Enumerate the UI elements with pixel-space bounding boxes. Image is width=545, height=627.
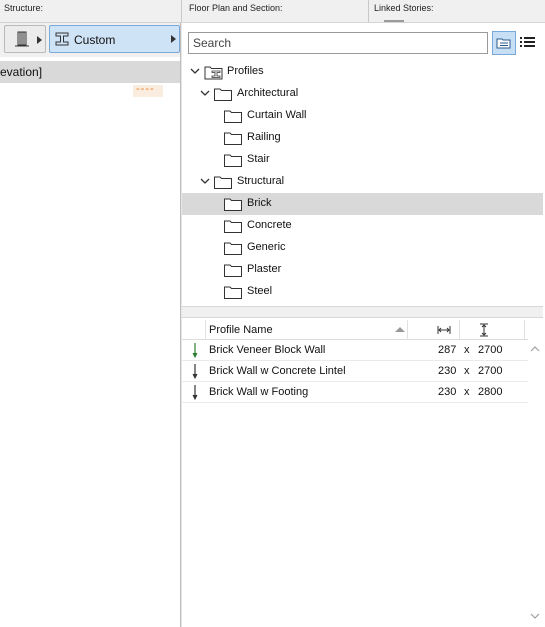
chevron-down-icon[interactable] [189,66,201,76]
header-divider [368,0,369,22]
structure-toolbar: Custom [0,23,181,57]
list-view-button[interactable] [516,31,540,55]
tree-view-button[interactable] [492,31,516,55]
folder-icon [224,264,242,277]
tree-item-steel[interactable]: Steel [182,281,543,303]
profile-name-cell: Brick Veneer Block Wall [209,344,326,356]
table-row[interactable]: Brick Wall w Footing 230 x 2800 [182,382,528,403]
dimension-separator: x [464,386,470,398]
tree-item-railing[interactable]: Railing [182,127,543,149]
tree-item-generic[interactable]: Generic [182,237,543,259]
horizontal-splitter[interactable] [182,306,543,318]
column-header-icon [182,320,206,340]
profile-direction-icon [192,343,198,358]
folder-icon [224,220,242,233]
profile-icon [55,32,69,46]
tree-root-label: Profiles [227,65,264,77]
folder-icon [224,154,242,167]
tree-item-label: Railing [247,131,281,143]
dimension-separator: x [464,365,470,377]
linked-stories-indicator [384,20,404,22]
profile-height-cell: 2700 [478,344,503,356]
folder-icon [224,132,242,145]
profile-height-cell: 2700 [478,365,503,377]
elevation-row-text: evation] [0,65,43,79]
scroll-up-icon[interactable] [530,345,540,352]
folder-icon [214,176,232,189]
structure-label: Structure: [4,3,44,13]
list-icon [520,37,535,47]
tree-item-label: Concrete [247,219,292,231]
tree-group-architectural[interactable]: Architectural [182,83,543,105]
tree-item-label: Steel [247,285,273,297]
tree-group-structural[interactable]: Structural [182,171,543,193]
floor-plan-section-label: Floor Plan and Section: [189,3,283,13]
profile-width-cell: 230 [438,386,457,398]
linked-stories-label: Linked Stories: [374,3,434,13]
profile-width-cell: 230 [438,365,457,377]
elevation-row[interactable]: evation] [0,61,181,83]
tree-item-label: Plaster [247,263,282,275]
folder-icon [224,110,242,123]
structure-type-button[interactable] [4,25,46,53]
tree-item-curtain-wall[interactable]: Curtain Wall [182,105,543,127]
tree-item-plaster[interactable]: Plaster [182,259,543,281]
folder-icon [214,88,232,101]
chevron-right-icon [171,35,176,43]
table-row[interactable]: Brick Veneer Block Wall 287 x 2700 [182,340,528,361]
sort-ascending-icon [395,327,405,332]
table-row[interactable]: Brick Wall w Concrete Lintel 230 x 2700 [182,361,528,382]
search-box[interactable] [188,32,488,54]
chevron-down-icon[interactable] [199,88,211,98]
profile-name-cell: Brick Wall w Footing [209,386,309,398]
profile-direction-icon [192,385,198,400]
tree-item-label: Structural [237,175,285,187]
profiles-folder-icon [204,66,223,80]
profile-height-cell: 2800 [478,386,503,398]
column-header-width[interactable] [408,320,460,340]
tree-root-profiles[interactable]: Profiles [182,61,543,83]
tree-item-concrete[interactable]: Concrete [182,215,543,237]
dimension-separator: x [464,344,470,356]
column-header-label: Profile Name [209,324,273,336]
tree-item-stair[interactable]: Stair [182,149,543,171]
chevron-right-icon [37,36,42,44]
folder-icon [224,286,242,299]
profile-custom-button[interactable]: Custom [49,25,180,53]
profile-name-cell: Brick Wall w Concrete Lintel [209,365,346,377]
tree-item-label: Generic [247,241,286,253]
column-header-profile-name[interactable]: Profile Name [206,320,408,340]
tree-item-label: Curtain Wall [247,109,307,121]
tree-item-label: Stair [247,153,270,165]
profile-table-header: Profile Name [182,320,528,340]
profile-direction-icon [192,364,198,379]
chevron-down-icon[interactable] [199,176,211,186]
tree-item-label: Brick [247,197,272,209]
line-type-sample: ---- [133,83,163,97]
folder-view-icon [496,38,511,49]
panel-header-strip: Structure: Floor Plan and Section: Linke… [0,0,545,23]
height-dimension-icon [480,323,488,337]
folder-icon [224,242,242,255]
profile-tree: Profiles Architectural Curtain Wall Rail… [182,61,545,305]
header-divider [181,0,182,22]
search-input[interactable] [189,33,487,53]
width-dimension-icon [437,326,451,334]
custom-button-label: Custom [74,33,116,47]
scroll-down-icon[interactable] [530,613,540,620]
tree-item-brick[interactable]: Brick [182,193,543,215]
folder-icon [224,198,242,211]
line-sample-text: ---- [136,83,155,95]
table-scrollbar[interactable] [528,340,543,627]
composite-structure-icon [15,31,29,47]
profile-width-cell: 287 [438,344,457,356]
tree-item-label: Architectural [237,87,299,99]
column-header-height[interactable] [460,320,525,340]
